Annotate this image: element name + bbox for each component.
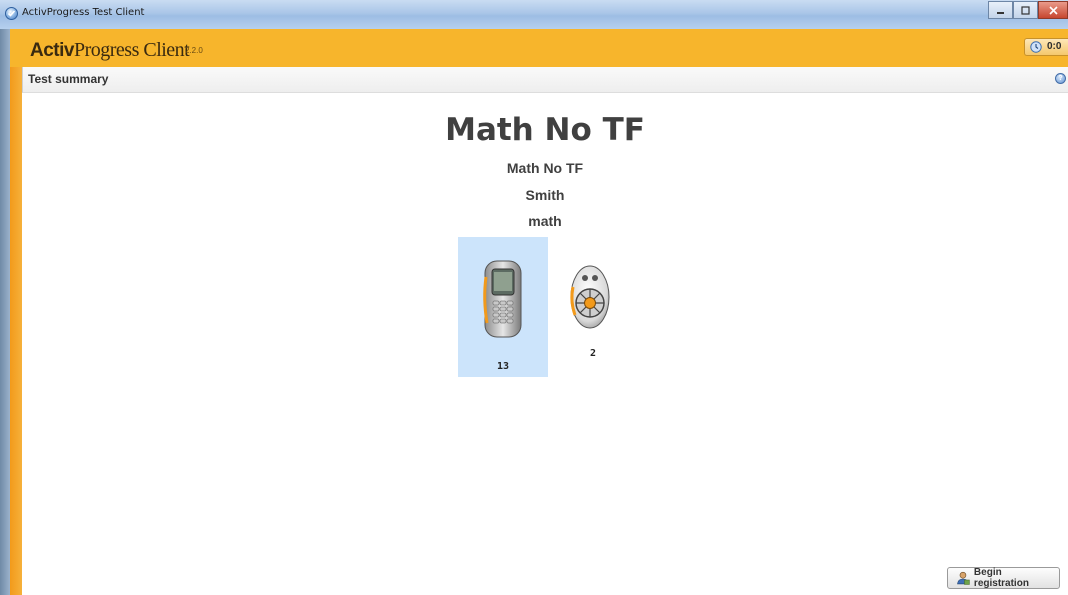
window-controls — [988, 1, 1068, 20]
brand-progress-client: Progress Client — [73, 39, 190, 61]
checkmark-circle-icon — [5, 7, 18, 20]
app-logo: ActivProgress Client — [30, 39, 190, 62]
desktop-edge — [0, 29, 10, 595]
close-icon[interactable] — [1038, 1, 1068, 19]
maximize-icon[interactable] — [1013, 1, 1038, 19]
panel-header: Test summary ? — [22, 67, 1068, 93]
app-version: 2.2.0 — [185, 46, 203, 55]
test-subject: math — [528, 213, 562, 229]
help-icon[interactable]: ? — [1055, 73, 1066, 84]
begin-registration-label: Begin registration — [973, 567, 1029, 589]
clock-icon — [1030, 41, 1042, 53]
test-title: Math No TF — [445, 112, 645, 148]
phone-voting-device-icon — [483, 260, 522, 338]
device-count: 2 — [589, 348, 597, 359]
accent-stripe — [10, 67, 22, 595]
brand-activ: Activ — [30, 40, 74, 61]
timer-display: 0:0 — [1024, 38, 1068, 56]
test-teacher: Smith — [525, 187, 565, 203]
device-card-keypad[interactable]: 2 — [548, 237, 638, 377]
device-card-phone[interactable]: 13 — [458, 237, 548, 377]
keypad-voting-device-icon — [570, 265, 610, 329]
timer-value: 0:0 — [1047, 41, 1062, 52]
user-registration-icon — [957, 571, 970, 585]
test-summary-panel: Test summary ? Math No TF Math No TF Smi… — [22, 67, 1068, 595]
app-header: ActivProgress Client 2.2.0 0:0 — [10, 29, 1068, 68]
test-subtitle: Math No TF — [506, 160, 584, 176]
minimize-icon[interactable] — [988, 1, 1013, 19]
window-title: ActivProgress Test Client — [22, 7, 145, 18]
window-titlebar[interactable]: ActivProgress Test Client — [0, 0, 1068, 30]
begin-registration-button[interactable]: Begin registration — [947, 567, 1060, 589]
device-count: 13 — [496, 361, 510, 372]
panel-title: Test summary — [28, 72, 109, 86]
